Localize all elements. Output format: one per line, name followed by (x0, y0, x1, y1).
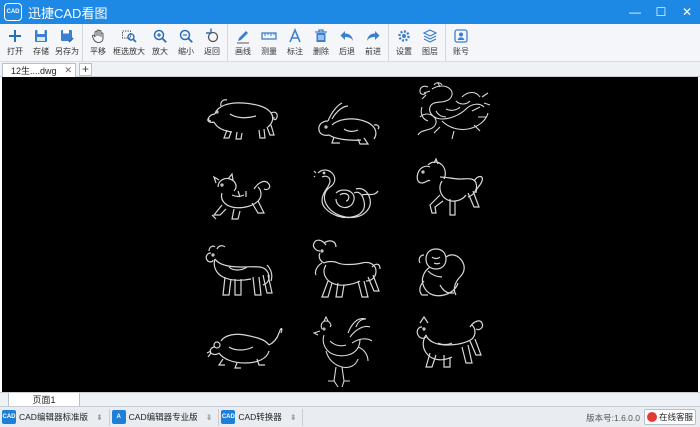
cad-converter-icon: CAD (221, 410, 236, 424)
undo-button[interactable]: 后退 (335, 24, 359, 61)
layers-label: 图层 (422, 47, 438, 56)
document-tab-bar: 12生....dwg ✕ + (0, 62, 700, 77)
add-tab-button[interactable]: + (79, 63, 92, 76)
undo-arrow-icon (340, 31, 353, 41)
monkey-figure (414, 241, 470, 299)
cad-converter-link[interactable]: CAD CAD转换器 ⇟ (221, 408, 304, 426)
pencil-icon (237, 31, 249, 44)
undo-label: 后退 (339, 47, 355, 56)
pan-label: 平移 (90, 47, 106, 56)
pan-button[interactable]: 平移 (86, 24, 110, 61)
document-tab-label: 12生....dwg (11, 66, 57, 76)
return-label: 返回 (204, 47, 220, 56)
save-button[interactable]: 存储 (29, 24, 53, 61)
return-button[interactable]: 返回 (200, 24, 224, 61)
delete-label: 删除 (313, 47, 329, 56)
plus-icon (9, 30, 21, 42)
dragon-figure (412, 81, 494, 143)
zoom-out-button[interactable]: 缩小 (174, 24, 198, 61)
cad-editor-pro-link[interactable]: A CAD编辑器专业版 ⇟ (111, 408, 220, 426)
trash-icon (315, 29, 327, 42)
rabbit-figure (314, 101, 382, 145)
version-label: 版本号:1.6.0.0 (586, 413, 640, 423)
ox-figure (205, 243, 275, 299)
annotate-label: 标注 (287, 47, 303, 56)
cad-editor-standard-link[interactable]: CAD CAD编辑器标准版 ⇟ (2, 408, 110, 426)
measure-label: 测量 (261, 47, 277, 56)
save-as-icon (61, 30, 74, 43)
close-button[interactable]: ✕ (674, 0, 700, 24)
open-button[interactable]: 打开 (3, 24, 27, 61)
pin-icon: ⇟ (205, 412, 213, 422)
layers-icon (422, 29, 438, 43)
open-label: 打开 (7, 47, 23, 56)
text-a-icon (289, 28, 301, 43)
toolbar: 打开 存储 另存为 平移 框选放大 放大 缩小 返回 画线 测量 标注 删除 后… (0, 24, 700, 62)
box-zoom-label: 框选放大 (113, 47, 145, 56)
minimize-button[interactable]: — (622, 0, 648, 24)
page-tab[interactable]: 页面1 (8, 393, 80, 407)
pin-icon: ⇟ (95, 412, 103, 422)
zoom-out-label: 缩小 (178, 47, 194, 56)
zoom-in-label: 放大 (152, 47, 168, 56)
draw-line-button[interactable]: 画线 (231, 24, 255, 61)
online-service-button[interactable]: 在线客服 (644, 409, 696, 425)
pig-figure (205, 94, 283, 142)
title-bar: CAD 迅捷CAD看图 — ☐ ✕ (0, 0, 700, 24)
save-icon (35, 30, 47, 42)
page-tab-bar: 页面1 (0, 392, 700, 407)
status-bar: CAD CAD编辑器标准版 ⇟ A CAD编辑器专业版 ⇟ CAD CAD转换器… (0, 406, 700, 427)
snake-figure (313, 165, 386, 223)
cad-editor-standard-icon: CAD (2, 410, 16, 424)
draw-line-label: 画线 (235, 47, 251, 56)
cad-editor-standard-label: CAD编辑器标准版 (19, 412, 88, 422)
box-zoom-button[interactable]: 框选放大 (112, 24, 146, 61)
settings-button[interactable]: 设置 (392, 24, 416, 61)
horse-figure (414, 157, 484, 219)
rooster-figure (312, 315, 374, 389)
goat-figure (310, 239, 382, 301)
document-tab[interactable]: 12生....dwg ✕ (2, 63, 76, 77)
chat-icon (646, 412, 657, 422)
rat-figure (206, 327, 283, 369)
save-as-label: 另存为 (55, 47, 79, 56)
zoom-in-button[interactable]: 放大 (148, 24, 172, 61)
save-label: 存储 (33, 47, 49, 56)
return-icon (206, 28, 219, 43)
zoom-out-icon (179, 29, 193, 43)
gear-icon (398, 30, 410, 42)
tiger-figure (208, 172, 274, 223)
redo-arrow-icon (367, 31, 380, 41)
layers-button[interactable]: 图层 (418, 24, 442, 61)
hand-icon (92, 29, 104, 44)
ruler-icon (261, 32, 277, 40)
app-logo-icon: CAD (4, 3, 22, 21)
drawing-canvas[interactable] (2, 77, 698, 392)
close-tab-icon[interactable]: ✕ (64, 65, 72, 76)
user-icon (454, 29, 468, 43)
cad-converter-label: CAD转换器 (238, 412, 282, 422)
redo-label: 前进 (365, 47, 381, 56)
save-as-button[interactable]: 另存为 (55, 24, 79, 61)
zoom-in-icon (153, 29, 167, 43)
account-label: 账号 (453, 47, 469, 56)
cad-editor-pro-icon: A (111, 410, 126, 424)
online-service-label: 在线客服 (658, 412, 693, 422)
settings-label: 设置 (396, 47, 412, 56)
app-title: 迅捷CAD看图 (28, 5, 108, 21)
box-zoom-icon (122, 30, 137, 43)
cad-editor-pro-label: CAD编辑器专业版 (128, 412, 198, 422)
redo-button[interactable]: 前进 (361, 24, 385, 61)
annotate-button[interactable]: 标注 (283, 24, 307, 61)
maximize-button[interactable]: ☐ (648, 0, 674, 24)
pin-icon: ⇟ (289, 412, 297, 422)
account-button[interactable]: 账号 (449, 24, 473, 61)
dog-figure (414, 315, 484, 369)
delete-button[interactable]: 删除 (309, 24, 333, 61)
measure-button[interactable]: 测量 (257, 24, 281, 61)
